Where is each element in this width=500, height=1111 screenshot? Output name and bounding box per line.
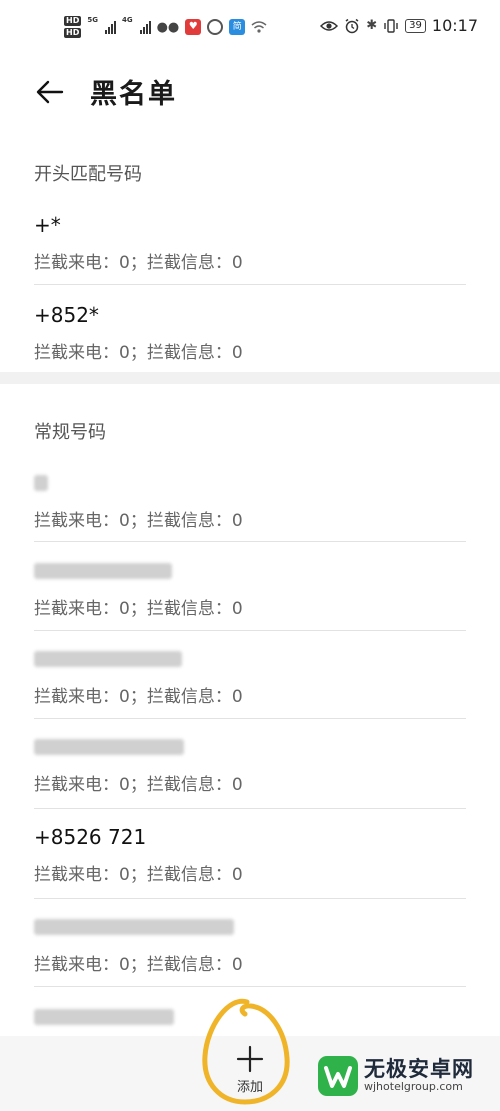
divider: [34, 630, 466, 631]
wechat-icon: ●●: [156, 19, 180, 35]
divider: [34, 898, 466, 899]
block-stats: 拦截来电：0；拦截信息：0: [34, 955, 243, 975]
block-stats: 拦截来电：0；拦截信息：0: [34, 865, 243, 885]
highlight-circle-annotation: [202, 998, 290, 1105]
eye-icon: [320, 20, 339, 31]
hd-badge: HD: [64, 16, 82, 26]
app-blue-icon: 简: [229, 19, 246, 35]
blacklist-item[interactable]: 拦截来电：0；拦截信息：0: [34, 734, 466, 795]
watermark-url: wjhotelgroup.com: [364, 1080, 463, 1093]
phone-number: +852*: [34, 303, 99, 327]
section-title-prefix: 开头匹配号码: [34, 164, 142, 185]
watermark-name: 无极安卓网: [364, 1057, 474, 1081]
phone-number-redacted: [34, 646, 466, 672]
app-header: 黑名单: [0, 62, 500, 126]
blacklist-item[interactable]: +* 拦截来电：0；拦截信息：0: [34, 212, 466, 273]
blacklist-item[interactable]: 拦截来电：0；拦截信息：0: [34, 914, 466, 975]
status-left: HD HD 5G 4G ●● ♥ 简: [64, 16, 267, 38]
blacklist-item[interactable]: +8526 721 拦截来电：0；拦截信息：0: [34, 824, 466, 885]
divider: [34, 541, 466, 542]
ring-app-icon: [207, 19, 224, 35]
block-stats: 拦截来电：0；拦截信息：0: [34, 775, 243, 795]
bluetooth-icon: ✱: [366, 18, 378, 33]
divider: [34, 718, 466, 719]
watermark-logo-icon: [318, 1056, 358, 1096]
alarm-icon: [345, 18, 359, 33]
block-stats: 拦截来电：0；拦截信息：0: [34, 253, 243, 273]
app-notification-icon: ♥: [185, 19, 202, 35]
phone-number-redacted: [34, 914, 466, 940]
battery-indicator: 39: [405, 18, 426, 33]
watermark: 无极安卓网 wjhotelgroup.com: [318, 1056, 474, 1096]
watermark-text: 无极安卓网 wjhotelgroup.com: [364, 1058, 474, 1094]
blacklist-item[interactable]: 拦截来电：0；拦截信息：0: [34, 646, 466, 707]
signal-icon: [139, 20, 151, 34]
section-title-regular: 常规号码: [34, 422, 106, 443]
network-type-1: 5G: [87, 16, 98, 24]
phone-number-redacted: [34, 734, 466, 760]
status-right: ✱ 39 10:17: [320, 16, 478, 35]
phone-number-redacted: [34, 470, 466, 496]
blacklist-item[interactable]: 拦截来电：0；拦截信息：0: [34, 558, 466, 619]
blacklist-item[interactable]: 拦截来电：0；拦截信息：0: [34, 470, 466, 531]
vibrate-icon: [384, 18, 398, 33]
hd-badges: HD HD: [64, 16, 82, 38]
phone-number-redacted: [34, 558, 466, 584]
phone-number: +*: [34, 213, 61, 237]
divider: [34, 284, 466, 285]
page-title: 黑名单: [90, 79, 177, 110]
signal-icon: [104, 20, 116, 34]
status-bar: HD HD 5G 4G ●● ♥ 简 ✱ 39 10:17: [0, 0, 500, 62]
block-stats: 拦截来电：0；拦截信息：0: [34, 511, 243, 531]
phone-number: +8526 721: [34, 825, 147, 849]
divider: [34, 808, 466, 809]
block-stats: 拦截来电：0；拦截信息：0: [34, 599, 243, 619]
block-stats: 拦截来电：0；拦截信息：0: [34, 687, 243, 707]
wifi-icon: [251, 21, 267, 33]
blacklist-item[interactable]: +852* 拦截来电：0；拦截信息：0: [34, 302, 466, 363]
back-arrow-icon[interactable]: [34, 76, 66, 108]
status-time: 10:17: [431, 16, 478, 35]
hd-badge: HD: [64, 28, 82, 38]
divider: [34, 986, 466, 987]
network-type-2: 4G: [121, 16, 133, 24]
block-stats: 拦截来电：0；拦截信息：0: [34, 343, 243, 363]
section-gap: [0, 372, 500, 384]
